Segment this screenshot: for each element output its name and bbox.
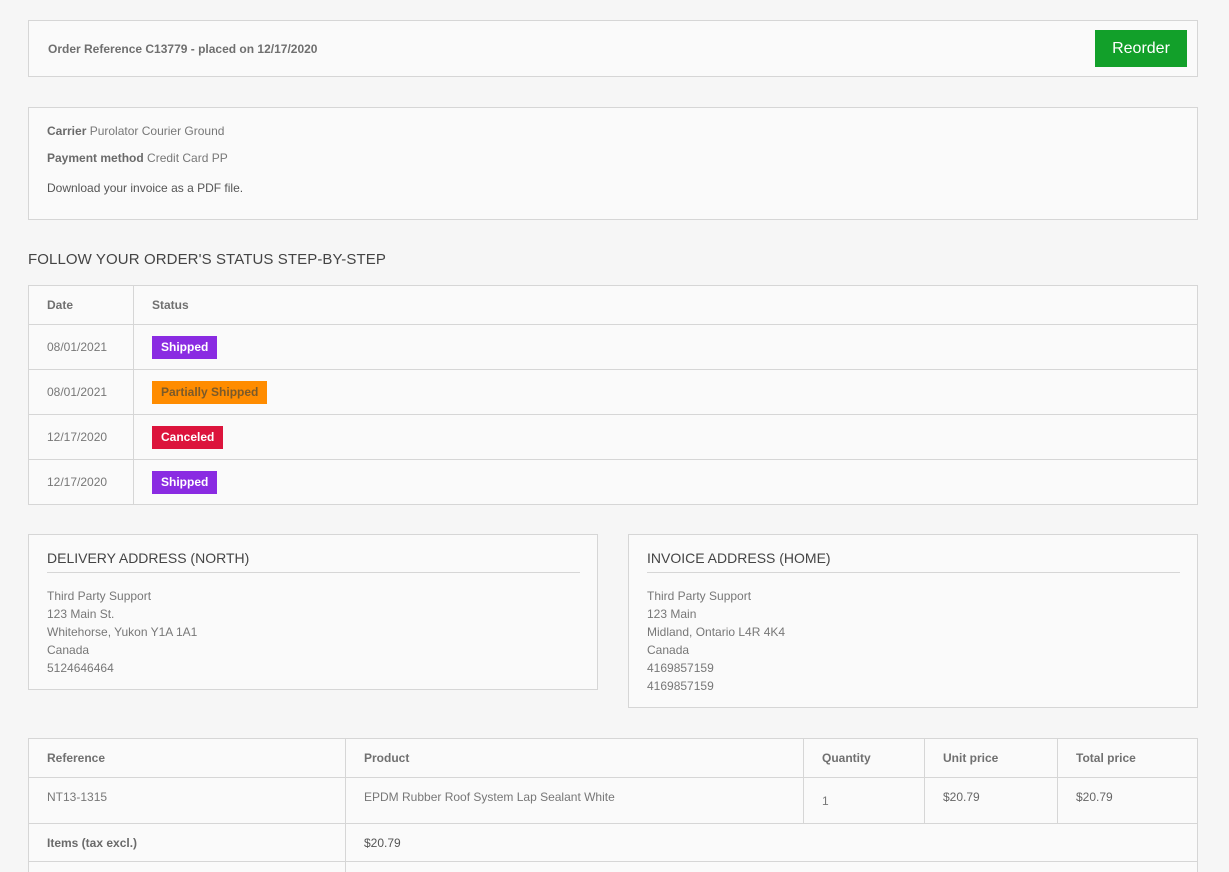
carrier-label: Carrier [47, 124, 87, 138]
invoice-address-lines: Third Party Support 123 Main Midland, On… [647, 587, 785, 695]
address-line: Third Party Support [647, 589, 752, 603]
delivery-address-title: DELIVERY ADDRESS (NORTH) [47, 550, 580, 573]
table-row: 08/01/2021 Shipped [28, 324, 1198, 370]
column-header-reference: Reference [28, 738, 346, 778]
status-badge: Partially Shipped [152, 380, 268, 404]
status-badge: Shipped [152, 335, 218, 359]
status-cell: Shipped [133, 459, 1198, 505]
invoice-address-title: INVOICE ADDRESS (HOME) [647, 550, 1180, 573]
address-line: Midland, Ontario L4R 4K4 [647, 625, 786, 639]
empty-cell [345, 861, 1198, 872]
carrier-value: Purolator Courier Ground [89, 124, 225, 138]
products-table: Reference Product Quantity Unit price To… [28, 738, 1198, 872]
status-cell: Shipped [133, 324, 1198, 370]
carrier-line: Carrier Purolator Courier Ground [47, 124, 224, 138]
address-line: Whitehorse, Yukon Y1A 1A1 [47, 625, 198, 639]
status-date: 08/01/2021 [28, 324, 134, 370]
status-section-title: FOLLOW YOUR ORDER'S STATUS STEP-BY-STEP [28, 251, 386, 268]
status-table: Date Status 08/01/2021 Shipped 08/01/202… [28, 285, 1198, 505]
address-line: 5124646464 [47, 661, 114, 675]
status-cell: Partially Shipped [133, 369, 1198, 415]
product-total-price: $20.79 [1057, 777, 1198, 824]
address-line: Canada [47, 643, 90, 657]
column-header-unit-price: Unit price [924, 738, 1058, 778]
order-header: Order Reference C13779 - placed on 12/17… [28, 20, 1198, 77]
reorder-button[interactable]: Reorder [1095, 30, 1187, 67]
status-badge: Shipped [152, 470, 218, 494]
status-cell: Canceled [133, 414, 1198, 460]
product-quantity: 1 [803, 777, 925, 824]
status-table-header: Date Status [28, 285, 1198, 325]
status-badge: Canceled [152, 425, 224, 449]
table-row: NT13-1315 EPDM Rubber Roof System Lap Se… [28, 777, 1198, 824]
payment-label: Payment method [47, 151, 144, 165]
download-invoice-link[interactable]: Download your invoice as a PDF file. [47, 181, 243, 195]
column-header-quantity: Quantity [803, 738, 925, 778]
status-date: 12/17/2020 [28, 459, 134, 505]
payment-value: Credit Card PP [147, 151, 228, 165]
table-row: 08/01/2021 Partially Shipped [28, 369, 1198, 415]
delivery-address-lines: Third Party Support 123 Main St. Whiteho… [47, 587, 197, 677]
product-reference: NT13-1315 [28, 777, 346, 824]
column-header-status: Status [133, 285, 1198, 325]
invoice-address-box: INVOICE ADDRESS (HOME) Third Party Suppo… [628, 534, 1198, 708]
address-line: 123 Main St. [47, 607, 115, 621]
items-value: $20.79 [345, 823, 1198, 862]
empty-cell [28, 861, 346, 872]
status-date: 12/17/2020 [28, 414, 134, 460]
address-line: 4169857159 [647, 679, 714, 693]
product-name: EPDM Rubber Roof System Lap Sealant Whit… [345, 777, 804, 824]
order-reference: Order Reference C13779 - placed on 12/17… [48, 42, 318, 56]
table-row: 12/17/2020 Canceled [28, 414, 1198, 460]
address-line: Canada [647, 643, 690, 657]
items-subtotal-row: Items (tax excl.) $20.79 [28, 823, 1198, 862]
address-line: 123 Main [647, 607, 697, 621]
delivery-address-box: DELIVERY ADDRESS (NORTH) Third Party Sup… [28, 534, 598, 690]
order-info-box: Carrier Purolator Courier Ground Payment… [28, 107, 1198, 220]
payment-line: Payment method Credit Card PP [47, 151, 228, 165]
products-table-header: Reference Product Quantity Unit price To… [28, 738, 1198, 778]
items-label: Items (tax excl.) [28, 823, 346, 862]
table-row [28, 861, 1198, 872]
address-line: 4169857159 [647, 661, 714, 675]
column-header-date: Date [28, 285, 134, 325]
product-unit-price: $20.79 [924, 777, 1058, 824]
column-header-product: Product [345, 738, 804, 778]
status-date: 08/01/2021 [28, 369, 134, 415]
column-header-total-price: Total price [1057, 738, 1198, 778]
address-line: Third Party Support [47, 589, 152, 603]
table-row: 12/17/2020 Shipped [28, 459, 1198, 505]
